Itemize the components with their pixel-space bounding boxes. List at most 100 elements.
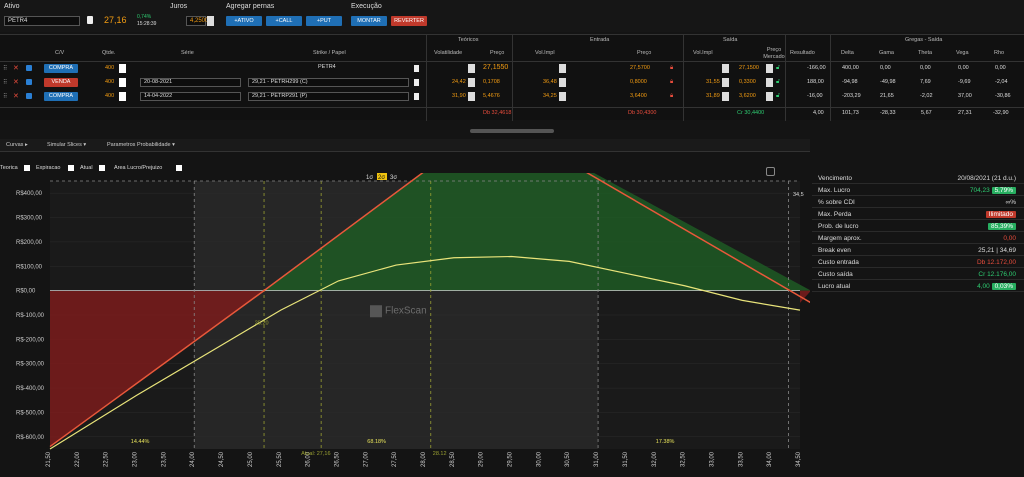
x-tick-label: 21,50 [46,451,52,467]
ent-vol-stepper[interactable] [559,78,566,87]
summary-key: Margem aprox. [818,235,862,242]
header-gregas: Gregas - Saída [905,37,943,43]
drag-handle-icon[interactable]: ⠿ [3,79,7,86]
tab-simular-slices[interactable]: Simular Slices ▾ [47,142,86,148]
expiracao-checkbox[interactable] [68,165,74,171]
ent-vol-stepper[interactable] [559,64,566,73]
unlock-icon[interactable]: 🔓︎ [776,93,780,100]
sai-vol-stepper[interactable] [722,78,729,87]
document-icon[interactable] [414,65,419,72]
remove-leg-icon[interactable]: ✕ [13,92,19,100]
area-checkbox[interactable] [176,165,182,171]
drag-handle-icon[interactable]: ⠿ [3,65,7,72]
settings-icon[interactable] [766,167,775,176]
tab-curvas[interactable]: Curvas ▸ [6,142,28,148]
qty-stepper[interactable] [119,92,126,101]
summary-row: Margem aprox. 0,00 [812,233,1024,244]
document-icon[interactable] [87,16,93,24]
serie-select[interactable]: 14-04-2022 [140,92,241,101]
vol-stepper[interactable] [468,92,475,101]
strike-select[interactable]: 29,21 - PETRP291 (P) [248,92,409,101]
qty-value[interactable]: 400 [105,65,114,71]
vega: 0,00 [958,65,969,71]
top-bar: Ativo PETR4 27,16 0,74% 15:28:39 Juros 4… [0,0,1024,32]
juros-stepper[interactable] [207,16,214,26]
teorica-checkbox[interactable] [24,165,30,171]
splitter-handle[interactable] [470,129,554,133]
add-put-button[interactable]: +PUT [306,16,342,26]
lock-icon[interactable]: 🔒︎ [670,65,673,72]
lock-icon[interactable]: 🔒︎ [670,79,673,86]
serie-select[interactable]: 20-08-2021 [140,78,241,87]
leg-checkbox[interactable] [26,93,32,99]
lock-icon[interactable]: 🔒︎ [670,93,673,100]
pernas-label: Agregar pernas [226,3,275,10]
total-delta: 101,73 [842,110,859,116]
leg-checkbox[interactable] [26,65,32,71]
vol-stepper[interactable] [468,78,475,87]
resultado: -166,00 [807,65,826,71]
montar-button[interactable]: MONTAR [351,16,387,26]
watermark-logo: FlexScan [385,306,427,317]
qty-value[interactable]: 400 [105,79,114,85]
x-tick-label: 27,00 [363,451,369,467]
document-icon[interactable] [414,93,419,100]
qty-value[interactable]: 400 [105,93,114,99]
header-teoricos: Teóricos [458,37,479,43]
header-strike: Strike / Papel [313,50,346,56]
header-qtde: Qtde. [102,50,116,56]
reverter-button[interactable]: REVERTER [391,16,427,26]
unlock-icon[interactable]: 🔓︎ [776,79,780,86]
ent-vol-stepper[interactable] [559,92,566,101]
atual-checkbox[interactable] [99,165,105,171]
summary-row: Custo saída Cr 12.176,00 [812,269,1024,280]
sigma-3-button[interactable]: 3σ [390,175,397,181]
x-tick-label: 30,50 [565,451,571,467]
total-gama: -28,33 [880,110,896,116]
remove-leg-icon[interactable]: ✕ [13,64,19,72]
tab-parametros[interactable]: Parametros Probabilidade ▾ [107,142,175,148]
header-entrada: Entrada [590,37,610,43]
sai-vol-stepper[interactable] [722,92,729,101]
drag-handle-icon[interactable]: ⠿ [3,93,7,100]
juros-input[interactable]: 4,2500 [186,16,208,26]
watermark-logo-icon [370,305,382,318]
summary-row: % sobre CDI ∞% [812,197,1024,208]
juros-label: Juros [170,3,188,10]
remove-leg-icon[interactable]: ✕ [13,78,19,86]
strike-select[interactable]: 29,21 - PETRH299 (C) [248,78,409,87]
header-cv: C/V [55,50,65,56]
header-serie: Série [181,50,194,56]
ativo-time: 15:28:39 [137,21,157,27]
sai-stepper[interactable] [766,92,773,101]
x-tick-label: 30,00 [536,451,542,467]
unlock-icon[interactable]: 🔓︎ [776,65,780,72]
side-button[interactable]: COMPRA [44,64,78,73]
side-button[interactable]: VENDA [44,78,78,87]
sigma-1-button[interactable]: 1σ [366,175,373,181]
add-call-button[interactable]: +CALL [266,16,302,26]
ativo-input[interactable]: PETR4 [4,16,80,26]
sai-vol-stepper[interactable] [722,64,729,73]
x-tick-label: 22,50 [104,451,110,467]
summary-value: 704,23 [969,187,990,194]
summary-row: Max. Perda Ilimitado [812,209,1024,220]
header-volatilidade: Volatilidade [434,50,463,56]
x-tick-label: 28,00 [421,451,427,467]
qty-stepper[interactable] [119,64,126,73]
sai-stepper[interactable] [766,78,773,87]
summary-badge: 0,03% [991,283,1016,290]
summary-value: 25,21 | 34,69 [978,247,1016,254]
y-tick-label: R$-100,00 [16,313,45,319]
add-ativo-button[interactable]: +ATIVO [226,16,262,26]
rho: -2,04 [995,79,1008,85]
vol-stepper[interactable] [468,64,475,73]
sai-stepper[interactable] [766,64,773,73]
document-icon[interactable] [414,79,419,86]
side-button[interactable]: COMPRA [44,92,78,101]
leg-checkbox[interactable] [26,79,32,85]
x-tick-label: 26,50 [334,451,340,467]
qty-stepper[interactable] [119,78,126,87]
sigma-2-button[interactable]: 2σ [378,175,385,181]
header-resultado: Resultado [790,50,815,56]
